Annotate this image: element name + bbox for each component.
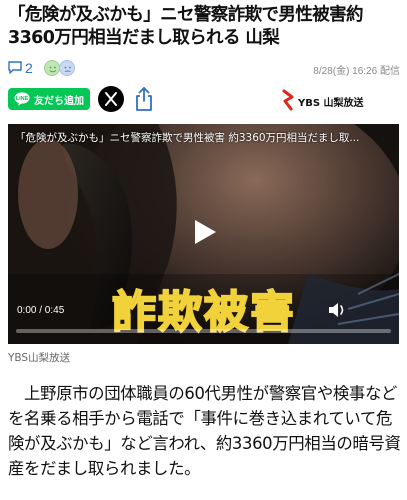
share-row: LINE 友だち追加 YBS 山梨放送 — [8, 86, 400, 112]
publisher-name: YBS 山梨放送 — [298, 98, 364, 109]
share-icon[interactable] — [132, 86, 156, 112]
line-button-label: 友だち追加 — [34, 95, 84, 107]
video-title: 「危険が及ぶかも」ニセ警察詐欺で男性被害 約3360万円相当だまし取... — [15, 132, 360, 144]
svg-text:LINE: LINE — [16, 96, 29, 102]
publish-datetime: 8/28(金) 16:26 配信 — [313, 66, 400, 77]
comment-icon[interactable] — [8, 61, 22, 74]
video-player[interactable]: 「危険が及ぶかも」ニセ警察詐欺で男性被害 約3360万円相当だまし取... 詐欺… — [8, 124, 399, 344]
article-meta-row: 2 8/28(金) 16:26 配信 — [8, 58, 400, 80]
article-body: 上野原市の団体職員の60代男性が警察官や検事などを名乗る相手から電話で「事件に巻… — [8, 384, 401, 478]
line-add-friend-button[interactable]: LINE 友だち追加 — [8, 88, 90, 110]
volume-icon[interactable] — [327, 301, 347, 319]
video-source-label: YBS山梨放送 — [8, 352, 71, 364]
article-headline: 「危険が及ぶかも」ニセ警察詐欺で男性被害約3360万円相当だまし取られる 山梨 — [8, 5, 364, 48]
line-logo-icon: LINE — [14, 92, 30, 106]
video-time: 0:00 / 0:45 — [17, 305, 65, 316]
x-share-button[interactable] — [98, 86, 124, 112]
comment-count[interactable]: 2 — [25, 58, 33, 78]
x-logo-icon — [105, 92, 117, 106]
neutral-reaction-icon — [59, 60, 75, 76]
play-icon[interactable] — [176, 212, 232, 252]
smile-reaction-icon — [44, 60, 60, 76]
ybs-mark-icon — [282, 89, 294, 111]
publisher-logo[interactable]: YBS 山梨放送 — [280, 89, 370, 111]
video-progress-bar[interactable] — [16, 329, 391, 333]
